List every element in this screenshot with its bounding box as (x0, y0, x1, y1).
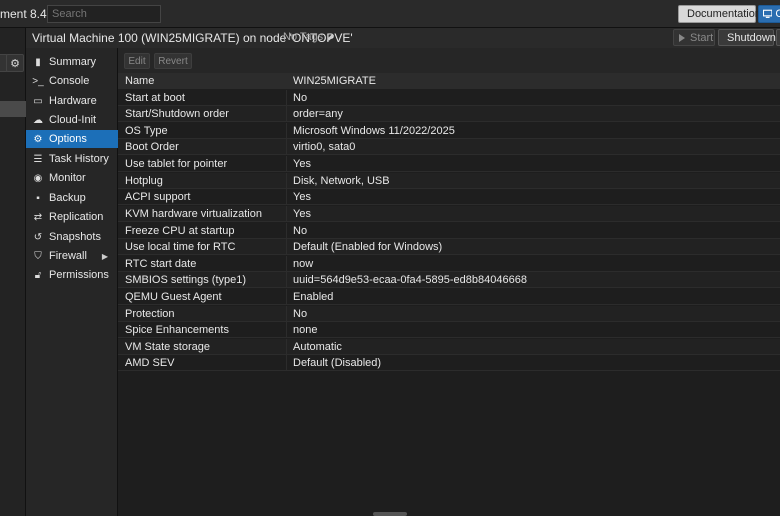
play-icon (679, 33, 685, 42)
start-label: Start (690, 31, 714, 44)
edit-button[interactable]: Edit (124, 53, 150, 69)
nav-item-label: Cloud-Init (49, 114, 97, 126)
tree-selected-node[interactable] (0, 101, 26, 117)
gear-icon: ⚙ (10, 57, 20, 70)
nav-item-label: Hardware (49, 95, 97, 107)
table-row[interactable]: Use tablet for pointer Yes (118, 156, 780, 172)
history-icon: ↺ (33, 231, 43, 243)
nav-item-label: Monitor (49, 172, 86, 184)
eye-icon: ◉ (33, 172, 43, 184)
table-row[interactable]: RTC start date now (118, 256, 780, 272)
table-row[interactable]: OS Type Microsoft Windows 11/2022/2025 (118, 123, 780, 139)
nav-item-label: Backup (49, 192, 86, 204)
nav-item-label: Console (49, 75, 90, 87)
vm-nav: ▮ Summary >_ Console ▭ Hardware ☁ Cloud-… (26, 48, 118, 516)
tags-editor[interactable]: No Tags (283, 31, 335, 43)
gear-icon: ⚙ (33, 133, 43, 145)
table-row[interactable]: QEMU Guest Agent Enabled (118, 289, 780, 305)
resource-tree: ⚙ (0, 28, 26, 516)
shutdown-button[interactable]: Shutdown (718, 29, 776, 46)
nav-item-hardware[interactable]: ▭ Hardware (26, 92, 118, 110)
nav-item-firewall[interactable]: ⛉ Firewall ▶ (26, 247, 118, 265)
terminal-icon: >_ (32, 75, 44, 87)
shutdown-menu-button[interactable] (776, 29, 780, 46)
expand-caret-icon[interactable]: ▶ (102, 252, 108, 261)
table-row[interactable]: KVM hardware virtualization Yes (118, 206, 780, 222)
nav-item-label: Replication (49, 211, 104, 223)
table-row[interactable]: VM State storage Automatic (118, 339, 780, 355)
nav-item-options[interactable]: ⚙ Options (26, 130, 118, 148)
nav-item-cloud-init[interactable]: ☁ Cloud-Init (26, 111, 118, 129)
search-input[interactable] (47, 5, 161, 23)
nav-item-label: Summary (49, 56, 97, 68)
table-row[interactable]: Hotplug Disk, Network, USB (118, 173, 780, 189)
revert-button[interactable]: Revert (154, 53, 192, 69)
options-grid: Name WIN25MIGRATE Start at boot No Start/S… (118, 73, 780, 516)
nav-item-permissions[interactable]: 🔓︎ Permissions (26, 266, 118, 284)
table-row[interactable]: Boot Order virtio0, sata0 (118, 139, 780, 155)
documentation-button[interactable]: Documentation (678, 5, 761, 23)
table-row[interactable]: Protection No (118, 306, 780, 322)
table-row[interactable]: Use local time for RTC Default (Enabled f… (118, 239, 780, 255)
shutdown-label: Shutdown (727, 31, 776, 44)
table-row[interactable]: SMBIOS settings (type1) uuid=564d9e53-eca… (118, 272, 780, 288)
pencil-icon (327, 33, 335, 41)
table-row[interactable]: ACPI support Yes (118, 189, 780, 205)
desktop-icon (763, 9, 773, 18)
tags-label: No Tags (283, 31, 324, 43)
monitor-icon: ▭ (33, 95, 43, 107)
table-row[interactable]: Name WIN25MIGRATE (118, 73, 780, 89)
nav-item-backup[interactable]: ▪ Backup (26, 189, 118, 207)
nav-item-summary[interactable]: ▮ Summary (26, 53, 118, 71)
tree-settings-button[interactable]: ⚙ (6, 54, 24, 72)
table-row[interactable]: Start/Shutdown order order=any (118, 106, 780, 122)
cloud-icon: ☁ (33, 114, 43, 126)
create-vm-button[interactable]: Cr (758, 5, 780, 23)
nav-item-monitor[interactable]: ◉ Monitor (26, 169, 118, 187)
nav-item-console[interactable]: >_ Console (26, 72, 118, 90)
shield-icon: ⛉ (34, 250, 42, 262)
documentation-label: Documentation (687, 8, 761, 20)
table-row[interactable]: Freeze CPU at startup No (118, 223, 780, 239)
start-button[interactable]: Start (673, 29, 715, 46)
nav-item-label: Firewall (49, 250, 87, 262)
table-row[interactable]: Start at boot No (118, 90, 780, 106)
nav-item-snapshots[interactable]: ↺ Snapshots (26, 228, 118, 246)
top-bar: ment 8.4.1 Documentation Cr (0, 0, 780, 28)
retweet-icon: ⇄ (33, 211, 43, 223)
book-icon: ▮ (35, 56, 41, 68)
nav-item-label: Options (49, 133, 87, 145)
list-icon: ☰ (33, 153, 43, 165)
nav-item-label: Snapshots (49, 231, 101, 243)
nav-item-task-history[interactable]: ☰ Task History (26, 150, 118, 168)
options-toolbar (118, 48, 780, 73)
nav-item-label: Permissions (49, 269, 109, 281)
table-row[interactable]: AMD SEV Default (Disabled) (118, 355, 780, 371)
create-vm-label: Cr (775, 8, 780, 20)
nav-item-replication[interactable]: ⇄ Replication (26, 208, 118, 226)
unlock-icon: 🔓︎ (34, 269, 42, 281)
nav-item-label: Task History (49, 153, 109, 165)
horizontal-scrollbar[interactable] (373, 512, 407, 516)
floppy-icon: ▪ (36, 192, 40, 204)
table-row[interactable]: Spice Enhancements none (118, 322, 780, 338)
